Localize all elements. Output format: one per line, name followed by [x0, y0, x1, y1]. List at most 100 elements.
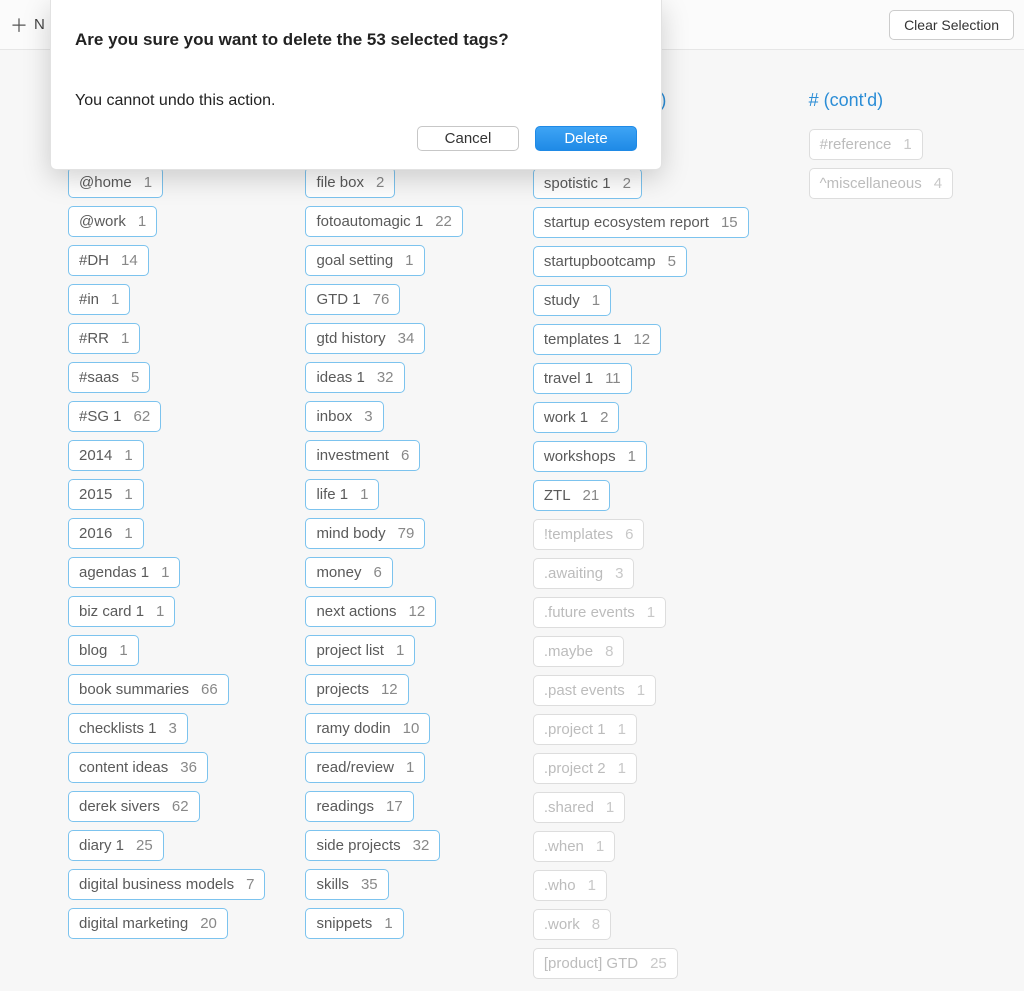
tag-count: 1: [592, 292, 600, 309]
tag-name: #saas: [79, 369, 119, 386]
tag-pill[interactable]: .awaiting3: [533, 558, 635, 589]
tag-name: content ideas: [79, 759, 168, 776]
tag-pill[interactable]: .who1: [533, 870, 607, 901]
tag-pill[interactable]: .maybe8: [533, 636, 625, 667]
tag-name: .when: [544, 838, 584, 855]
tag-pill[interactable]: #in1: [68, 284, 130, 315]
tag-pill[interactable]: study1: [533, 285, 611, 316]
tag-pill[interactable]: goal setting1: [305, 245, 424, 276]
clear-selection-button[interactable]: Clear Selection: [889, 10, 1014, 40]
tag-pill[interactable]: ^miscellaneous4: [809, 168, 953, 199]
tag-count: 6: [625, 526, 633, 543]
tag-pill[interactable]: workshops1: [533, 441, 647, 472]
tag-count: 1: [124, 447, 132, 464]
tag-pill[interactable]: money6: [305, 557, 392, 588]
tag-pill[interactable]: 20151: [68, 479, 144, 510]
tag-pill[interactable]: digital business models7: [68, 869, 265, 900]
tag-pill[interactable]: digital marketing20: [68, 908, 228, 939]
tag-name: fotoautomagic 1: [316, 213, 423, 230]
dialog-message: You cannot undo this action.: [75, 92, 637, 110]
tag-pill[interactable]: inbox3: [305, 401, 383, 432]
tag-pill[interactable]: startupbootcamp5: [533, 246, 687, 277]
tag-count: 1: [161, 564, 169, 581]
tag-pill[interactable]: investment6: [305, 440, 420, 471]
tag-pill[interactable]: readings17: [305, 791, 413, 822]
tag-count: 1: [596, 838, 604, 855]
tag-pill[interactable]: snippets1: [305, 908, 403, 939]
tag-count: 1: [637, 682, 645, 699]
tag-pill[interactable]: derek sivers62: [68, 791, 200, 822]
tag-pill[interactable]: @work 1: [68, 206, 157, 237]
delete-button[interactable]: Delete: [535, 126, 637, 151]
tag-name: readings: [316, 798, 374, 815]
tag-pill[interactable]: .project 11: [533, 714, 637, 745]
tag-pill[interactable]: [product] GTD25: [533, 948, 678, 979]
new-tag-button[interactable]: ＋ N: [10, 12, 45, 38]
tag-pill[interactable]: ideas 132: [305, 362, 404, 393]
tag-pill[interactable]: projects12: [305, 674, 408, 705]
tag-pill[interactable]: checklists 13: [68, 713, 188, 744]
tag-pill[interactable]: !templates6: [533, 519, 645, 550]
tag-pill[interactable]: #RR1: [68, 323, 140, 354]
tag-pill[interactable]: life 11: [305, 479, 379, 510]
tag-pill[interactable]: .past events1: [533, 675, 656, 706]
tag-pill[interactable]: .shared1: [533, 792, 625, 823]
tag-pill[interactable]: fotoautomagic 122: [305, 206, 462, 237]
tag-pill[interactable]: ramy dodin10: [305, 713, 430, 744]
tag-count: 1: [124, 486, 132, 503]
tag-pill[interactable]: biz card 11: [68, 596, 175, 627]
tag-pill[interactable]: travel 111: [533, 363, 632, 394]
tag-count: 2: [623, 175, 631, 192]
tag-pill[interactable]: .work8: [533, 909, 611, 940]
tag-pill[interactable]: blog1: [68, 635, 139, 666]
tag-pill[interactable]: project list1: [305, 635, 415, 666]
tag-count: 4: [934, 175, 942, 192]
tag-pill[interactable]: mind body79: [305, 518, 425, 549]
tag-pill[interactable]: GTD 176: [305, 284, 400, 315]
tag-column: collection cont'd)day9spotistic 12startu…: [533, 90, 749, 979]
tag-name: money: [316, 564, 361, 581]
tag-count: 5: [668, 253, 676, 270]
tag-count: 32: [413, 837, 430, 854]
tag-name: @work: [79, 213, 126, 230]
cancel-button[interactable]: Cancel: [417, 126, 519, 151]
tag-pill[interactable]: 20141: [68, 440, 144, 471]
tag-pill[interactable]: 20161: [68, 518, 144, 549]
tag-name: .awaiting: [544, 565, 603, 582]
tag-name: snippets: [316, 915, 372, 932]
tag-pill[interactable]: .project 21: [533, 753, 637, 784]
tag-count: 66: [201, 681, 218, 698]
tag-name: diary 1: [79, 837, 124, 854]
tag-pill[interactable]: #saas5: [68, 362, 150, 393]
tag-count: 1: [588, 877, 596, 894]
tag-name: file box: [316, 174, 364, 191]
tag-pill[interactable]: side projects32: [305, 830, 440, 861]
tag-pill[interactable]: spotistic 12: [533, 168, 642, 199]
tag-pill[interactable]: gtd history34: [305, 323, 425, 354]
tag-count: 1: [144, 174, 152, 191]
tag-pill[interactable]: book summaries66: [68, 674, 229, 705]
tag-pill[interactable]: file box2: [305, 167, 395, 198]
tag-pill[interactable]: .when 1: [533, 831, 615, 862]
tag-pill[interactable]: #DH14: [68, 245, 149, 276]
tag-pill[interactable]: startup ecosystem report15: [533, 207, 749, 238]
tag-pill[interactable]: next actions12: [305, 596, 436, 627]
tag-pill[interactable]: ZTL21: [533, 480, 610, 511]
tag-pill[interactable]: content ideas36: [68, 752, 208, 783]
tag-pill[interactable]: @home1: [68, 167, 163, 198]
tag-count: 3: [364, 408, 372, 425]
tag-name: .project 2: [544, 760, 606, 777]
tag-pill[interactable]: skills35: [305, 869, 388, 900]
tag-pill[interactable]: #SG 162: [68, 401, 161, 432]
tag-count: 1: [119, 642, 127, 659]
tag-name: read/review: [316, 759, 394, 776]
tag-count: 1: [138, 213, 146, 230]
tag-pill[interactable]: #reference1: [809, 129, 923, 160]
tag-pill[interactable]: work 12: [533, 402, 620, 433]
tag-name: travel 1: [544, 370, 593, 387]
tag-pill[interactable]: read/review1: [305, 752, 425, 783]
tag-pill[interactable]: .future events1: [533, 597, 666, 628]
tag-pill[interactable]: diary 125: [68, 830, 164, 861]
tag-pill[interactable]: agendas 11: [68, 557, 180, 588]
tag-pill[interactable]: templates 112: [533, 324, 661, 355]
